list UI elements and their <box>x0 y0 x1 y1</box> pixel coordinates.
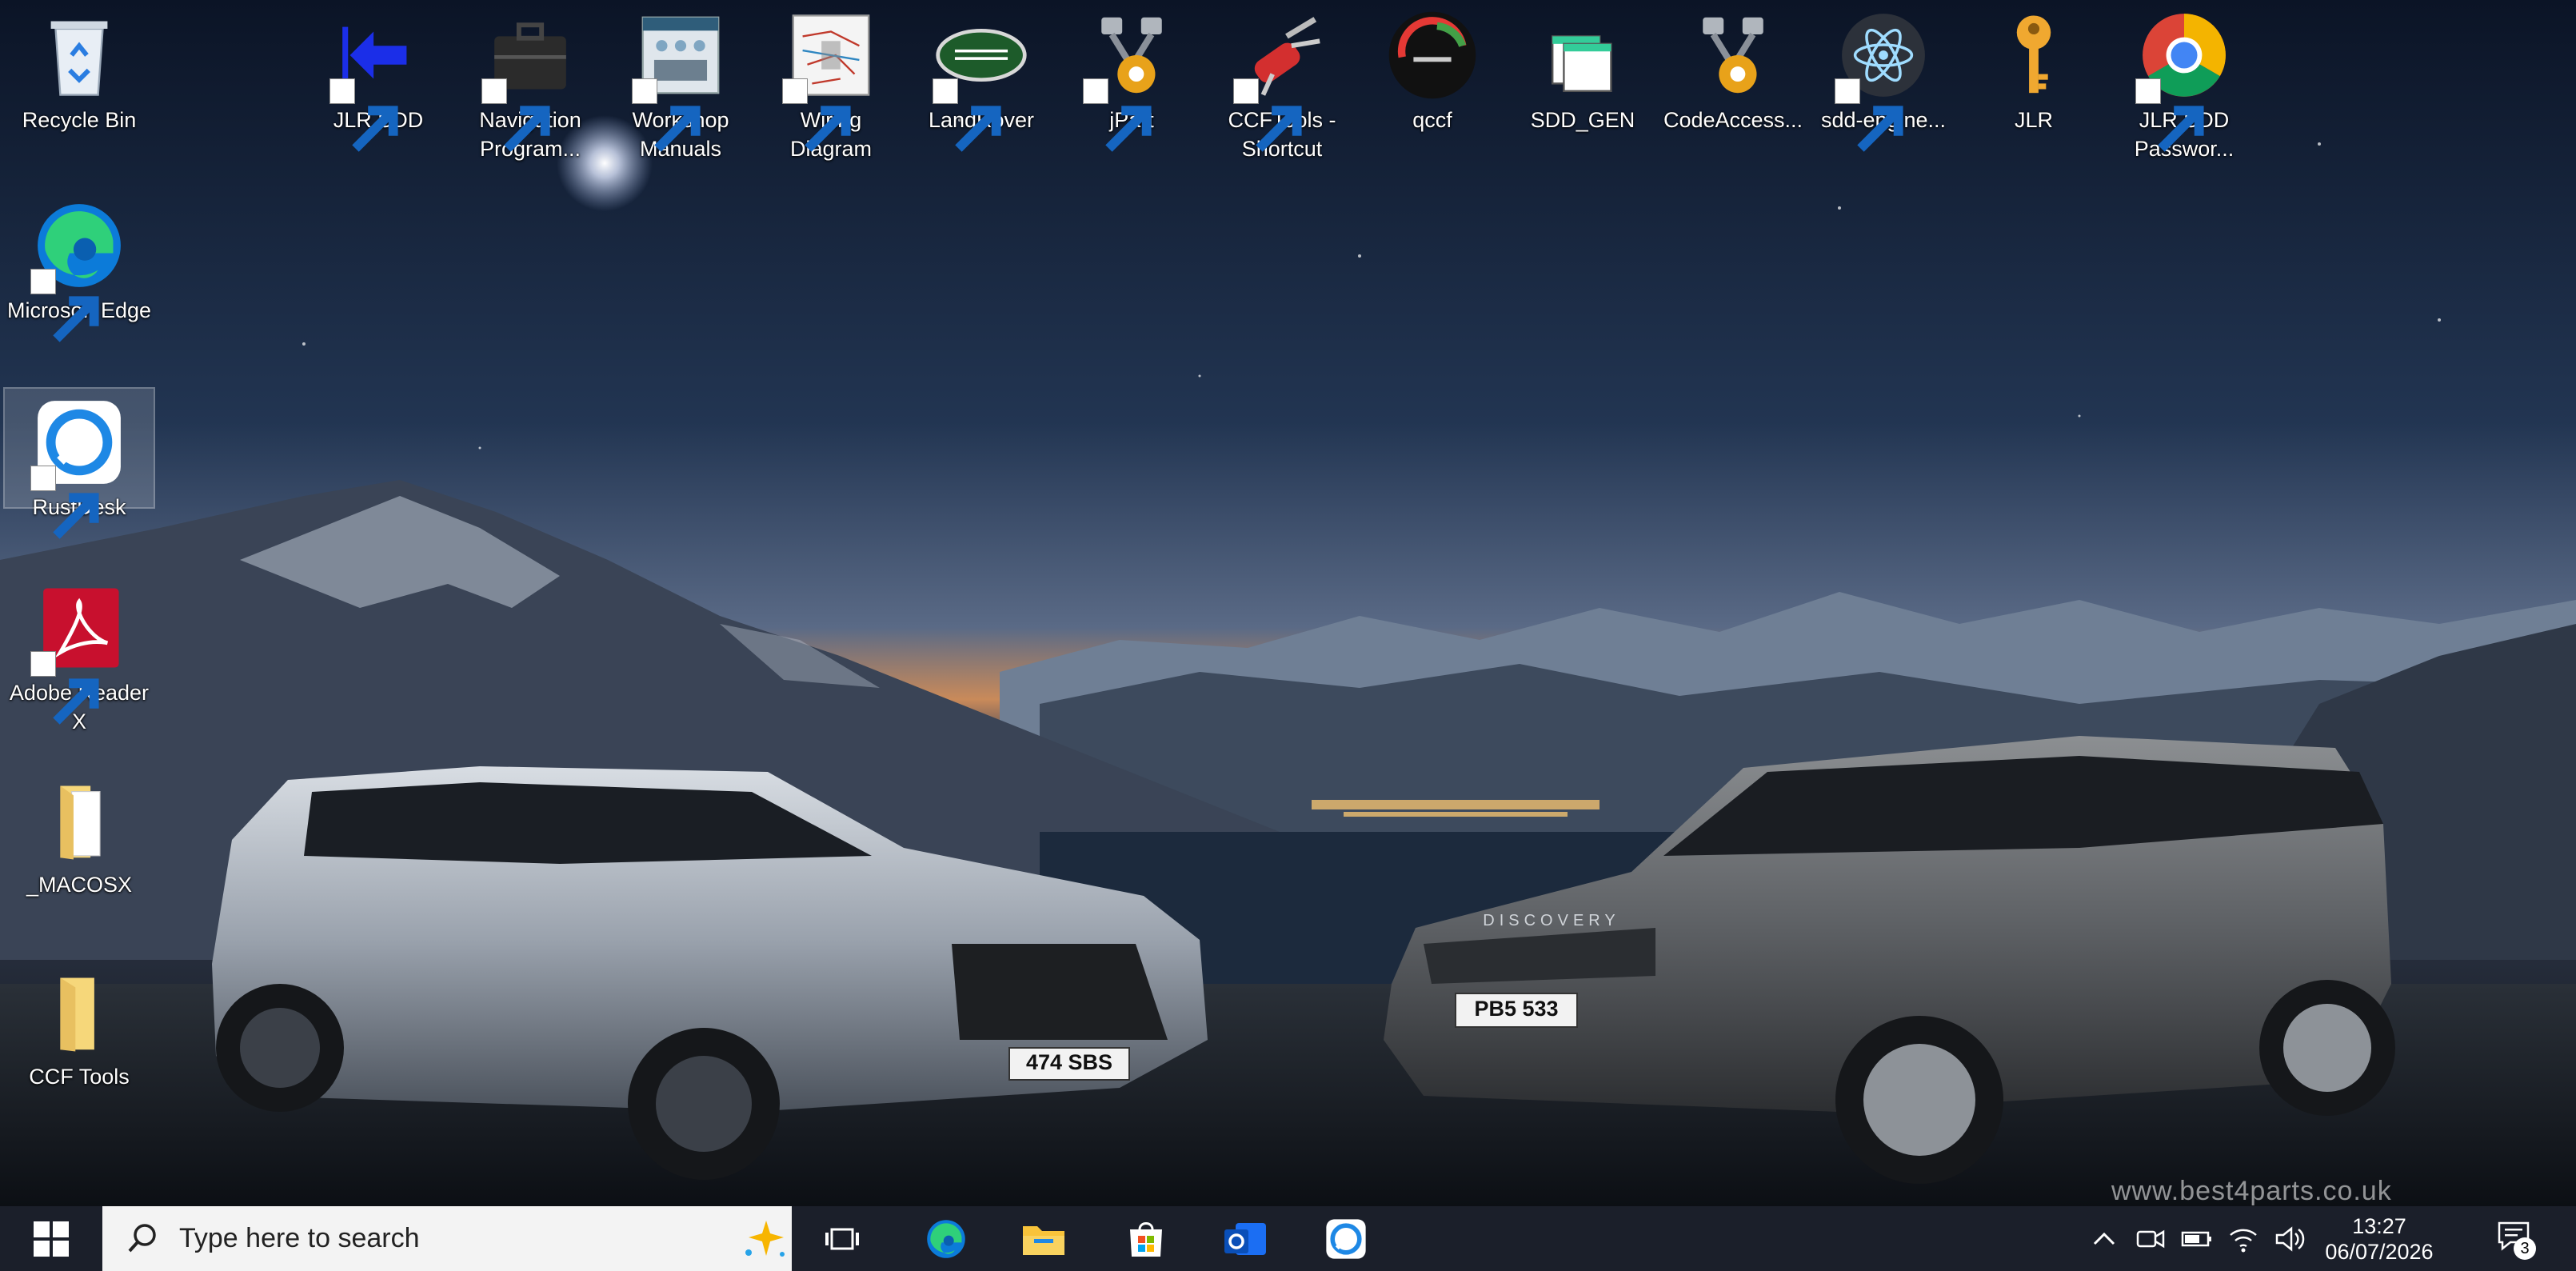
shortcut-arrow-icon <box>329 78 398 152</box>
discovery-badge: DISCOVERY <box>1483 912 1620 929</box>
desktop-icon-sdd-engine[interactable]: sdd-engine... <box>1809 2 1958 152</box>
edge-icon <box>30 198 126 342</box>
search-icon <box>128 1224 156 1253</box>
windows-logo-icon <box>34 1221 69 1257</box>
license-plate-left: 474 SBS <box>1025 1050 1113 1074</box>
tray-clock[interactable]: 13:27 06/07/2026 <box>2319 1206 2439 1271</box>
search-placeholder: Type here to search <box>179 1223 420 1253</box>
shortcut-arrow-icon <box>1233 78 1302 152</box>
desktop-icon-label: CodeAccess... <box>1663 108 1803 132</box>
swiss-knife-icon <box>1233 8 1329 152</box>
search-highlights-sparkle-icon <box>745 1221 785 1257</box>
shortcut-arrow-icon <box>782 78 851 152</box>
folder-icon <box>32 965 126 1059</box>
taskbar-search-box[interactable]: Type here to search <box>102 1206 792 1271</box>
folder-icon <box>32 773 126 867</box>
shortcut-arrow-icon <box>2135 78 2204 152</box>
taskbar-file-explorer-button[interactable] <box>1009 1206 1078 1271</box>
shortcut-arrow-icon <box>30 269 99 342</box>
desktop-icon-qccf[interactable]: qccf <box>1358 2 1507 134</box>
landrover-logo-icon <box>933 8 1028 152</box>
video-camera-icon <box>2136 1229 2165 1248</box>
desktop-icon-codeaccess[interactable]: CodeAccess... <box>1659 2 1807 134</box>
desktop-icon-jlr-sdd-password[interactable]: JLR SDD Passwor... <box>2110 2 2258 163</box>
pistons-gear-icon <box>1686 8 1780 102</box>
desktop-icon-microsoft-edge[interactable]: Microsoft Edge <box>5 192 154 342</box>
shortcut-arrow-icon <box>481 78 550 152</box>
desktop-icon-jlr-sdd[interactable]: JLR SDD <box>304 2 453 152</box>
battery-icon <box>2181 1231 2211 1246</box>
edge-icon <box>927 1219 965 1258</box>
wiring-diagram-icon <box>782 8 878 152</box>
shortcut-arrow-icon <box>1835 78 1903 152</box>
wifi-icon <box>2230 1229 2257 1252</box>
desktop-icon-workshop-manuals[interactable]: Workshop Manuals <box>606 2 755 163</box>
tray-network[interactable] <box>2223 1206 2263 1271</box>
desktop-wallpaper: 474 SBS PB5 533 DISCOVERY www.best4parts… <box>0 0 2576 1206</box>
file-explorer-icon <box>1023 1225 1064 1255</box>
task-view-icon <box>825 1228 859 1249</box>
desktop-icon-ccftools-shortcut[interactable]: CCFTools - Shortcut <box>1208 2 1356 163</box>
notification-count-badge: 3 <box>2514 1237 2536 1260</box>
desktop-icon-landrover[interactable]: LandRover <box>907 2 1056 152</box>
windows-stack-icon <box>1536 8 1630 102</box>
shortcut-arrow-icon <box>30 466 99 539</box>
taskbar-edge-button[interactable] <box>912 1206 980 1271</box>
jlr-sdd-icon <box>329 8 425 152</box>
taskbar-store-button[interactable] <box>1112 1206 1180 1271</box>
briefcase-icon <box>481 8 577 152</box>
gauge-icon <box>1385 8 1480 102</box>
desktop-icon-adobe-reader[interactable]: Adobe Reader X <box>5 574 154 736</box>
outlook-icon <box>1224 1222 1266 1255</box>
desktop-icon-label: _MACOSX <box>26 873 133 897</box>
start-button[interactable] <box>0 1206 102 1271</box>
speaker-icon <box>2275 1225 2305 1252</box>
shortcut-arrow-icon <box>1083 78 1152 152</box>
adobe-reader-icon <box>30 581 126 725</box>
tray-show-hidden-icons[interactable] <box>2084 1206 2124 1271</box>
task-view-button[interactable] <box>808 1206 877 1271</box>
desktop-icon-sdd-gen[interactable]: SDD_GEN <box>1508 2 1657 134</box>
clock-time: 13:27 <box>2352 1213 2406 1238</box>
pistons-gear-icon <box>1083 8 1179 152</box>
shortcut-arrow-icon <box>933 78 1001 152</box>
notification-center-button[interactable]: 3 <box>2479 1206 2551 1271</box>
shortcut-arrow-icon <box>30 651 99 725</box>
chevron-up-icon <box>2093 1232 2115 1245</box>
desktop-icon-label: CCF Tools <box>29 1065 130 1089</box>
desktop-icon-navigation-program[interactable]: Navigation Program... <box>456 2 605 163</box>
rustdesk-icon <box>30 395 126 539</box>
tray-battery[interactable] <box>2177 1206 2217 1271</box>
tray-meet-now[interactable] <box>2131 1206 2171 1271</box>
desktop-icon-label: SDD_GEN <box>1530 108 1635 132</box>
desktop-icon-jpart[interactable]: jPart <box>1057 2 1206 152</box>
desktop-icon-ccf-tools-folder[interactable]: CCF Tools <box>5 958 154 1091</box>
desktop-icon-label: Recycle Bin <box>22 108 137 132</box>
watermark-text: www.best4parts.co.uk <box>2111 1176 2392 1206</box>
clock-date: 06/07/2026 <box>2325 1239 2434 1264</box>
atom-icon <box>1835 8 1931 152</box>
taskbar-outlook-button[interactable] <box>1211 1206 1280 1271</box>
store-icon <box>1130 1221 1162 1257</box>
shortcut-arrow-icon <box>632 78 701 152</box>
desktop-icon-rustdesk[interactable]: RustDesk <box>3 387 155 539</box>
desktop-icon-recycle-bin[interactable]: Recycle Bin <box>5 2 154 134</box>
rustdesk-icon <box>1326 1218 1366 1259</box>
tray-volume[interactable] <box>2270 1206 2310 1271</box>
desktop-icon-macosx-folder[interactable]: _MACOSX <box>5 766 154 899</box>
chrome-icon <box>2135 8 2231 152</box>
desktop-icon-label: qccf <box>1412 108 1452 132</box>
license-plate-right: PB5 533 <box>1474 997 1559 1021</box>
recycle-bin-icon <box>32 8 126 102</box>
desktop-icon-jlr[interactable]: JLR <box>1959 2 2108 134</box>
desktop-icon-label: JLR <box>2014 108 2053 132</box>
workshop-manuals-icon <box>632 8 728 152</box>
taskbar-rustdesk-button[interactable] <box>1312 1206 1380 1271</box>
key-icon <box>1987 8 2081 102</box>
desktop-icon-wiring-diagram[interactable]: Wiring Diagram <box>757 2 905 163</box>
